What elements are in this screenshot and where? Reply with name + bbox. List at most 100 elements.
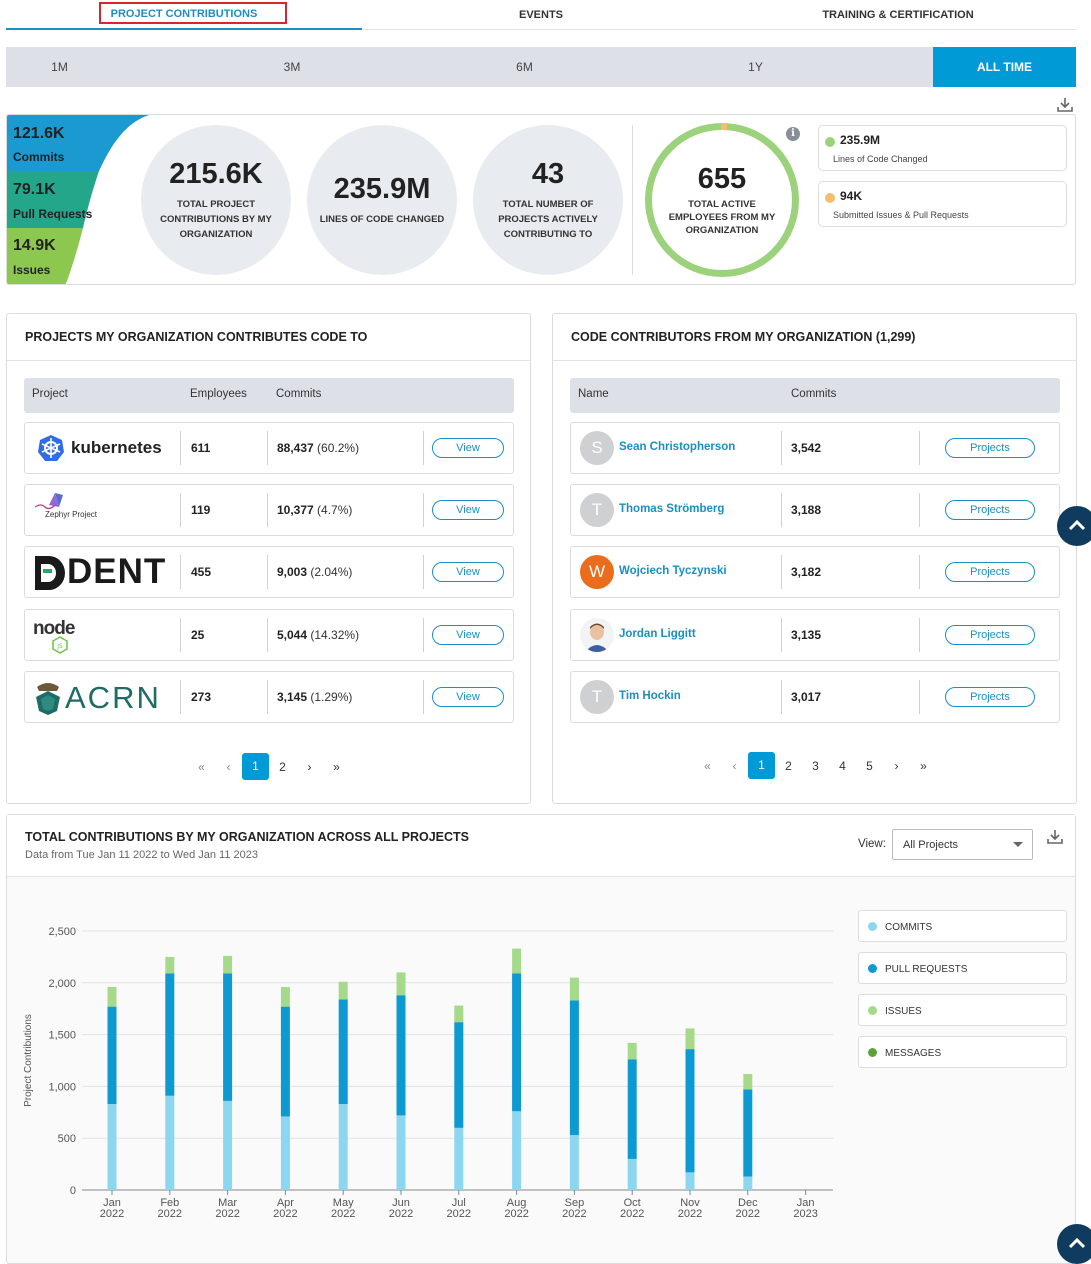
page-button[interactable]: 1	[748, 752, 775, 779]
bar-segment-commits	[743, 1176, 753, 1190]
prev-page-button[interactable]: ‹	[215, 760, 242, 774]
bar-segment-pull-requests	[396, 995, 406, 1116]
node-hexagon-icon: JS	[52, 636, 68, 654]
contributions-chart-panel: TOTAL CONTRIBUTIONS BY MY ORGANIZATION A…	[6, 814, 1076, 1264]
bar-segment-issues	[280, 986, 290, 1007]
legend-label: Lines of Code Changed	[833, 154, 928, 164]
x-tick-label: 2022	[562, 1208, 586, 1220]
contributor-name-link[interactable]: Thomas Strömberg	[619, 503, 724, 515]
projects-button[interactable]: Projects	[945, 562, 1035, 582]
bar-segment-issues	[223, 955, 233, 974]
col-separator	[919, 680, 920, 714]
page-button[interactable]: 2	[775, 759, 802, 773]
projects-button[interactable]: Projects	[945, 687, 1035, 707]
tab-project-contributions[interactable]: PROJECT CONTRIBUTIONS	[6, 0, 362, 30]
range-tab-1m[interactable]: 1M	[6, 47, 113, 87]
y-tick-label: 1,000	[48, 1081, 76, 1093]
contributor-name-link[interactable]: Sean Christopherson	[619, 441, 735, 453]
page-button[interactable]: 5	[856, 759, 883, 773]
logo-text: Zephyr Project	[45, 510, 98, 519]
next-page-button[interactable]: ›	[883, 759, 910, 773]
view-button[interactable]: View	[432, 562, 504, 582]
bar-segment-pull-requests	[512, 973, 522, 1112]
contributor-name-link[interactable]: Jordan Liggitt	[619, 628, 696, 640]
tab-training-certification[interactable]: TRAINING & CERTIFICATION	[720, 0, 1076, 30]
legend-label: MESSAGES	[885, 1048, 942, 1059]
page-button[interactable]: 1	[242, 753, 269, 780]
first-page-button[interactable]: «	[694, 759, 721, 773]
avatar: W	[580, 555, 614, 589]
view-button[interactable]: View	[432, 687, 504, 707]
last-page-button[interactable]: »	[323, 760, 350, 774]
tab-events[interactable]: EVENTS	[362, 0, 720, 30]
view-button[interactable]: View	[432, 500, 504, 520]
legend-item-messages[interactable]: MESSAGES	[858, 1036, 1067, 1068]
range-tab-1y[interactable]: 1Y	[578, 47, 933, 87]
col-separator	[267, 618, 268, 652]
bar-segment-pull-requests	[107, 1006, 117, 1105]
projects-button[interactable]: Projects	[945, 625, 1035, 645]
chevron-up-icon	[1068, 519, 1086, 531]
lines-changed-circle: 235.9M LINES OF CODE CHANGED	[307, 125, 457, 275]
logo-text: ACRN	[65, 680, 161, 715]
commits-cell: 3,135	[791, 628, 822, 642]
y-axis-label: Project Contributions	[23, 1014, 34, 1107]
projects-button[interactable]: Projects	[945, 438, 1035, 458]
page-button[interactable]: 2	[269, 760, 296, 774]
commits-value: 88,437	[277, 441, 314, 455]
chart-title: TOTAL CONTRIBUTIONS BY MY ORGANIZATION A…	[25, 830, 470, 844]
legend-value: 94K	[840, 189, 863, 203]
bar-segment-issues	[743, 1073, 753, 1090]
range-tab-3m[interactable]: 3M	[113, 47, 471, 87]
bar-segment-commits	[223, 1100, 233, 1190]
scroll-to-top-button[interactable]	[1057, 506, 1091, 546]
tab-highlight-box	[99, 2, 287, 24]
legend-item-pull-requests[interactable]: PULL REQUESTS	[858, 952, 1067, 984]
x-tick-label: 2022	[620, 1208, 644, 1220]
page-button[interactable]: 3	[802, 759, 829, 773]
last-page-button[interactable]: »	[910, 759, 937, 773]
avatar: T	[580, 680, 614, 714]
scroll-to-top-button-bottom[interactable]	[1057, 1224, 1091, 1264]
col-separator	[267, 431, 268, 465]
table-row: T Tim Hockin 3,017 Projects	[570, 671, 1060, 723]
x-tick-label: 2022	[273, 1208, 297, 1220]
bar-segment-pull-requests	[743, 1089, 753, 1177]
download-icon[interactable]	[1055, 95, 1075, 115]
prev-page-button[interactable]: ‹	[721, 759, 748, 773]
employees-cell: 611	[191, 441, 211, 455]
contributor-name-link[interactable]: Wojciech Tyczynski	[619, 565, 727, 577]
project-view-dropdown[interactable]: All Projects	[892, 829, 1033, 860]
zephyr-logo: Zephyr Project	[33, 491, 173, 529]
next-page-button[interactable]: ›	[296, 760, 323, 774]
view-button[interactable]: View	[432, 438, 504, 458]
dropdown-value: All Projects	[903, 839, 959, 851]
page-button[interactable]: 4	[829, 759, 856, 773]
first-page-button[interactable]: «	[188, 760, 215, 774]
avatar: S	[580, 431, 614, 465]
commits-pct: (14.32%)	[310, 628, 360, 642]
legend-item-commits[interactable]: COMMITS	[858, 910, 1067, 942]
legend-label: ISSUES	[885, 1006, 922, 1017]
range-tab-6m[interactable]: 6M	[471, 47, 578, 87]
bar-segment-issues	[569, 977, 579, 1001]
table-row: T Thomas Strömberg 3,188 Projects	[570, 484, 1060, 536]
projects-button[interactable]: Projects	[945, 500, 1035, 520]
download-icon[interactable]	[1045, 827, 1065, 847]
info-icon[interactable]: i	[786, 127, 800, 141]
legend-item-issues[interactable]: ISSUES	[858, 994, 1067, 1026]
range-tab-all-time[interactable]: ALL TIME	[933, 47, 1076, 87]
view-button[interactable]: View	[432, 625, 504, 645]
col-employees: Employees	[190, 388, 247, 400]
col-separator	[180, 680, 181, 714]
col-separator	[180, 618, 181, 652]
kubernetes-logo: kubernetes	[33, 431, 173, 465]
y-tick-label: 2,000	[48, 978, 76, 990]
projects-panel-title: PROJECTS MY ORGANIZATION CONTRIBUTES COD…	[25, 330, 368, 344]
bar-segment-issues	[454, 1005, 464, 1023]
projects-pagination: « ‹ 1 2 › »	[188, 753, 350, 780]
table-row: S Sean Christopherson 3,542 Projects	[570, 422, 1060, 474]
x-tick-label: 2023	[793, 1208, 817, 1220]
legend-dot	[825, 193, 835, 203]
contributor-name-link[interactable]: Tim Hockin	[619, 690, 681, 702]
